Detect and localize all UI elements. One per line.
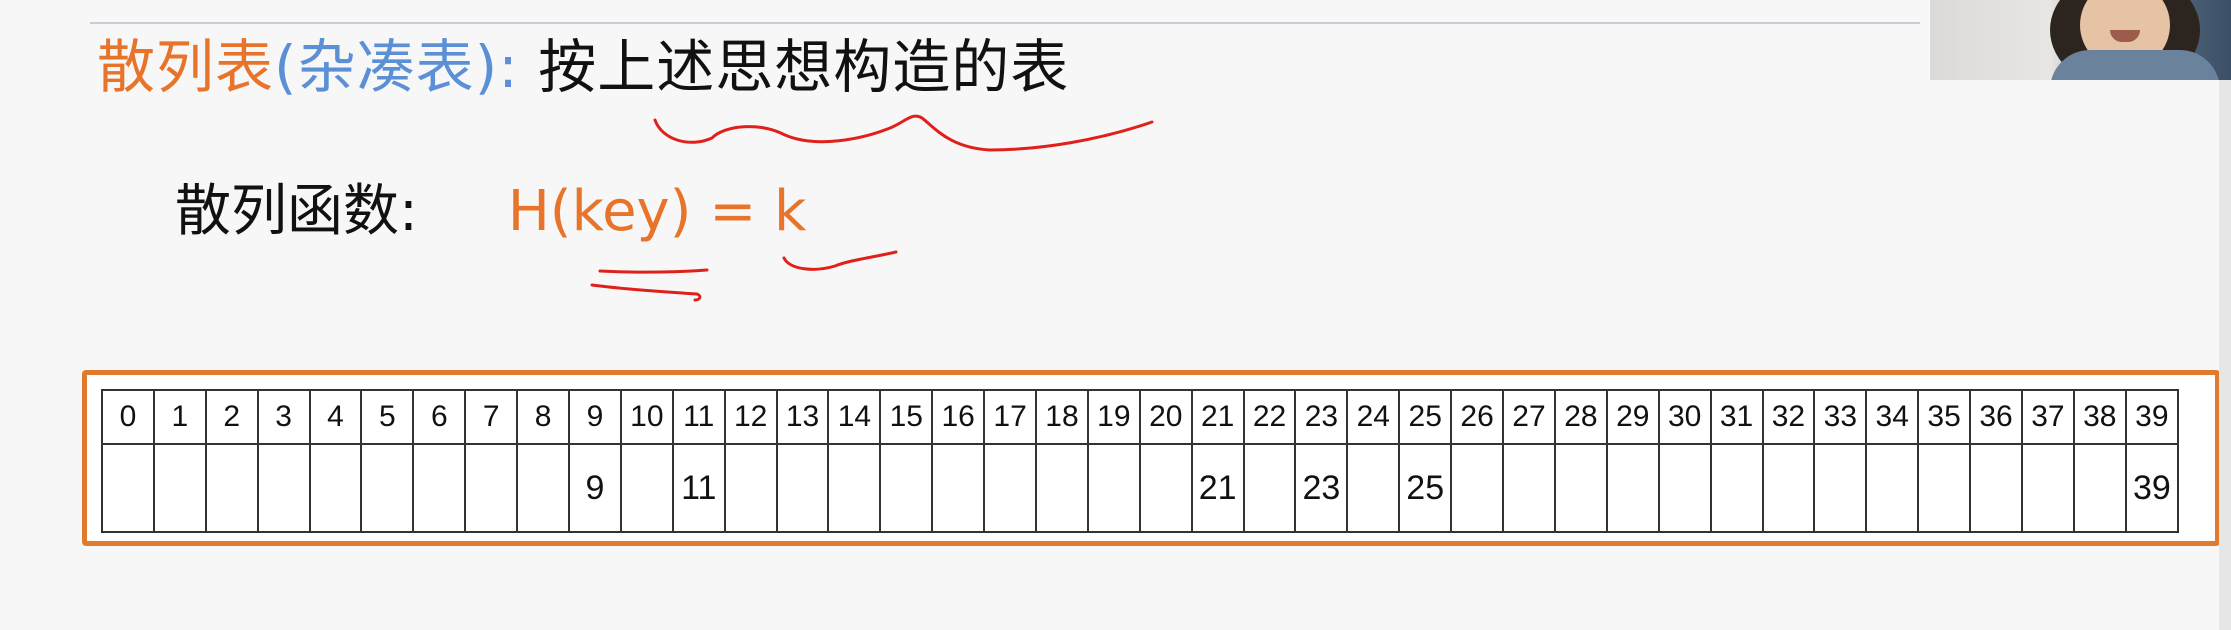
value-cell-35 — [1917, 443, 1972, 533]
value-cell-11: 11 — [671, 443, 726, 533]
value-cell-14 — [827, 443, 882, 533]
value-cell-3 — [256, 443, 311, 533]
index-cell-1: 1 — [152, 389, 207, 445]
index-cell-0: 0 — [101, 389, 155, 445]
index-cell-16: 16 — [931, 389, 986, 445]
value-cell-24 — [1346, 443, 1401, 533]
index-cell-12: 12 — [723, 389, 778, 445]
value-row: 9 11 21 23 25 39 — [101, 443, 2180, 533]
key-underline-stroke-1 — [598, 268, 709, 274]
hash-table-frame: 0 1 2 3 4 5 6 7 8 9 10 11 12 13 14 15 16 17 18 19 20 21 22 23 24… — [82, 370, 2220, 546]
value-cell-5 — [360, 443, 415, 533]
index-cell-32: 32 — [1761, 389, 1816, 445]
value-cell-32 — [1761, 443, 1816, 533]
index-cell-17: 17 — [983, 389, 1038, 445]
value-cell-13 — [775, 443, 830, 533]
value-cell-0 — [101, 443, 155, 533]
value-cell-12 — [723, 443, 778, 533]
title-alias: (杂凑表) — [274, 33, 499, 101]
hash-function-row: 散列函数: H(key) = k — [175, 172, 806, 252]
title-definition: 按上述思想构造的表 — [538, 33, 1070, 101]
value-cell-1 — [152, 443, 207, 533]
webcam-overlay — [1930, 0, 2231, 80]
index-cell-6: 6 — [412, 389, 467, 445]
value-cell-23: 23 — [1294, 443, 1349, 533]
value-cell-31 — [1709, 443, 1764, 533]
index-cell-20: 20 — [1138, 389, 1193, 445]
index-cell-13: 13 — [775, 389, 830, 445]
index-cell-37: 37 — [2020, 389, 2075, 445]
value-cell-9: 9 — [568, 443, 622, 533]
index-cell-26: 26 — [1450, 389, 1505, 445]
index-cell-3: 3 — [256, 389, 311, 445]
value-cell-16 — [931, 443, 986, 533]
index-cell-23: 23 — [1294, 389, 1349, 445]
index-cell-21: 21 — [1190, 389, 1245, 445]
value-cell-7 — [464, 443, 519, 533]
index-cell-2: 2 — [204, 389, 259, 445]
value-cell-33 — [1813, 443, 1868, 533]
value-cell-38 — [2072, 443, 2127, 533]
index-cell-19: 19 — [1086, 389, 1141, 445]
title-underline-stroke — [653, 114, 1154, 152]
key-underline-stroke-2 — [590, 283, 702, 302]
index-row: 0 1 2 3 4 5 6 7 8 9 10 11 12 13 14 15 16 17 18 19 20 21 22 23 24… — [101, 389, 2180, 445]
hash-function-label: 散列函数: — [175, 179, 418, 244]
index-cell-24: 24 — [1346, 389, 1401, 445]
value-cell-27 — [1502, 443, 1556, 533]
index-cell-5: 5 — [360, 389, 415, 445]
value-cell-25: 25 — [1398, 443, 1453, 533]
value-cell-6 — [412, 443, 467, 533]
value-cell-8 — [516, 443, 571, 533]
index-cell-18: 18 — [1035, 389, 1089, 445]
k-underline-stroke — [782, 250, 898, 271]
value-cell-37 — [2020, 443, 2075, 533]
index-cell-29: 29 — [1605, 389, 1660, 445]
value-cell-21: 21 — [1190, 443, 1245, 533]
index-cell-9: 9 — [568, 389, 622, 445]
title-term: 散列表 — [97, 33, 275, 101]
value-cell-26 — [1450, 443, 1505, 533]
index-cell-15: 15 — [879, 389, 934, 445]
index-cell-39: 39 — [2124, 389, 2180, 445]
scrollbar-track[interactable] — [2219, 80, 2231, 630]
value-cell-28 — [1553, 443, 1608, 533]
index-cell-30: 30 — [1657, 389, 1712, 445]
index-cell-27: 27 — [1502, 389, 1556, 445]
presenter-collar — [2050, 50, 2220, 80]
index-cell-34: 34 — [1865, 389, 1920, 445]
index-cell-31: 31 — [1709, 389, 1764, 445]
value-cell-22 — [1242, 443, 1297, 533]
value-cell-36 — [1969, 443, 2023, 533]
index-cell-11: 11 — [671, 389, 726, 445]
index-cell-28: 28 — [1553, 389, 1608, 445]
value-cell-29 — [1605, 443, 1660, 533]
index-cell-36: 36 — [1969, 389, 2023, 445]
index-cell-4: 4 — [308, 389, 363, 445]
index-cell-10: 10 — [619, 389, 674, 445]
value-cell-19 — [1086, 443, 1141, 533]
index-cell-33: 33 — [1813, 389, 1868, 445]
value-cell-20 — [1138, 443, 1193, 533]
value-cell-4 — [308, 443, 363, 533]
index-cell-7: 7 — [464, 389, 519, 445]
value-cell-2 — [204, 443, 259, 533]
hash-function-formula: H(key) = k — [507, 179, 807, 244]
value-cell-18 — [1035, 443, 1089, 533]
value-cell-10 — [619, 443, 674, 533]
index-cell-38: 38 — [2072, 389, 2127, 445]
value-cell-30 — [1657, 443, 1712, 533]
slide-title: 散列表(杂凑表): 按上述思想构造的表 — [97, 24, 1069, 110]
index-cell-22: 22 — [1242, 389, 1297, 445]
index-cell-14: 14 — [827, 389, 882, 445]
title-colon: : — [498, 33, 519, 101]
hash-table: 0 1 2 3 4 5 6 7 8 9 10 11 12 13 14 15 16 17 18 19 20 21 22 23 24… — [101, 389, 2180, 533]
index-cell-8: 8 — [516, 389, 571, 445]
value-cell-39: 39 — [2124, 443, 2180, 533]
index-cell-35: 35 — [1917, 389, 1972, 445]
index-cell-25: 25 — [1398, 389, 1453, 445]
value-cell-15 — [879, 443, 934, 533]
value-cell-17 — [983, 443, 1038, 533]
value-cell-34 — [1865, 443, 1920, 533]
